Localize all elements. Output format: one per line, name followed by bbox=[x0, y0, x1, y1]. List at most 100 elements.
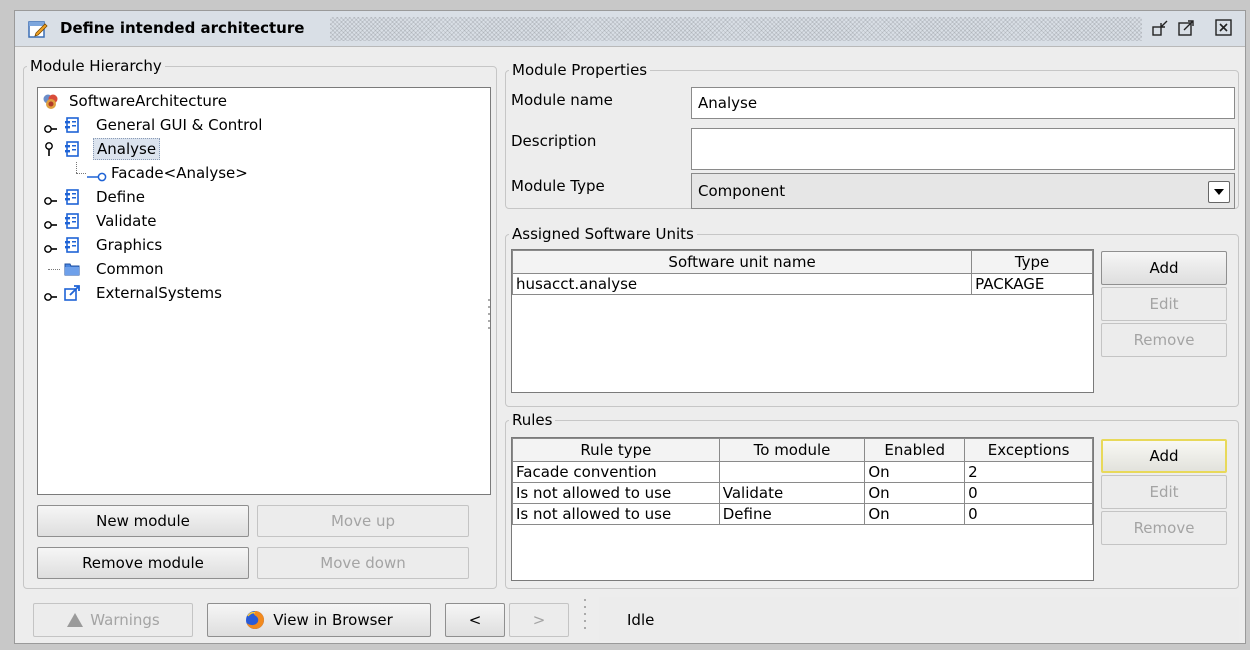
component-icon bbox=[64, 213, 80, 229]
status-divider bbox=[583, 599, 587, 634]
architecture-root-icon bbox=[42, 93, 58, 109]
tree-item-graphics[interactable]: Graphics bbox=[38, 234, 478, 256]
expand-toggle-icon[interactable] bbox=[44, 215, 58, 229]
warnings-button[interactable]: Warnings bbox=[33, 603, 193, 637]
status-bar bbox=[599, 597, 1239, 641]
move-down-button[interactable]: Move down bbox=[257, 547, 469, 579]
tree-root-label: SoftwareArchitecture bbox=[69, 92, 227, 110]
column-header[interactable]: Enabled bbox=[864, 438, 966, 462]
column-header[interactable]: To module bbox=[718, 438, 866, 462]
expand-toggle-icon[interactable] bbox=[44, 191, 58, 205]
description-field[interactable] bbox=[691, 128, 1235, 170]
component-icon bbox=[64, 117, 80, 133]
tree-root[interactable]: SoftwareArchitecture bbox=[38, 90, 478, 112]
new-module-button[interactable]: New module bbox=[37, 505, 249, 537]
table-row[interactable]: husacct.analyse PACKAGE bbox=[512, 273, 1093, 295]
expand-toggle-icon[interactable] bbox=[44, 239, 58, 253]
table-row[interactable]: Is not allowed to use Validate On 0 bbox=[512, 482, 1093, 504]
component-icon bbox=[64, 141, 80, 157]
tree-connector bbox=[76, 173, 86, 174]
module-type-select[interactable]: Component bbox=[691, 173, 1235, 209]
column-header[interactable]: Type bbox=[971, 250, 1093, 274]
collapse-toggle-icon[interactable] bbox=[42, 141, 56, 157]
remove-rule-button[interactable]: Remove bbox=[1101, 511, 1227, 545]
tree-item-validate[interactable]: Validate bbox=[38, 210, 478, 232]
tree-item-define[interactable]: Define bbox=[38, 186, 478, 208]
column-header[interactable]: Exceptions bbox=[964, 438, 1093, 462]
tree-item-label: Analyse bbox=[93, 138, 161, 160]
maximize-icon[interactable] bbox=[1178, 19, 1196, 37]
table-cell: 2 bbox=[964, 461, 1093, 483]
module-name-field[interactable]: Analyse bbox=[691, 87, 1235, 119]
tree-connector bbox=[48, 269, 60, 270]
warnings-label: Warnings bbox=[90, 611, 160, 629]
column-header[interactable]: Software unit name bbox=[512, 250, 973, 274]
tree-item-analyse[interactable]: Analyse bbox=[38, 138, 478, 160]
window-title-bar[interactable]: Define intended architecture bbox=[15, 11, 1245, 47]
table-header-row: Software unit name Type bbox=[512, 250, 1093, 274]
table-cell: Is not allowed to use bbox=[512, 482, 720, 504]
move-up-button[interactable]: Move up bbox=[257, 505, 469, 537]
chevron-down-icon[interactable] bbox=[1208, 181, 1230, 203]
edit-software-unit-button[interactable]: Edit bbox=[1101, 287, 1227, 321]
table-header-row: Rule type To module Enabled Exceptions bbox=[512, 438, 1093, 462]
table-cell: PACKAGE bbox=[971, 273, 1093, 295]
assigned-software-units-legend: Assigned Software Units bbox=[512, 225, 694, 243]
rules-table-container[interactable]: Rule type To module Enabled Exceptions F… bbox=[511, 437, 1094, 581]
tree-item-label: Validate bbox=[96, 212, 157, 230]
previous-button[interactable]: < bbox=[445, 603, 505, 637]
table-cell: On bbox=[864, 503, 966, 525]
tree-item-label: Define bbox=[96, 188, 145, 206]
module-type-value: Component bbox=[698, 182, 786, 200]
table-row[interactable]: Facade convention On 2 bbox=[512, 461, 1093, 483]
component-icon bbox=[64, 189, 80, 205]
browser-icon bbox=[245, 610, 265, 630]
facade-icon bbox=[87, 167, 107, 182]
tree-item-common[interactable]: Common bbox=[38, 258, 478, 280]
expand-toggle-icon[interactable] bbox=[44, 287, 58, 301]
module-hierarchy-legend: Module Hierarchy bbox=[30, 57, 162, 75]
title-bar-texture bbox=[330, 17, 1142, 41]
table-cell: 0 bbox=[964, 482, 1093, 504]
edit-rule-button[interactable]: Edit bbox=[1101, 475, 1227, 509]
table-cell: husacct.analyse bbox=[512, 273, 973, 295]
split-pane-divider[interactable] bbox=[487, 299, 491, 334]
define-architecture-window: Define intended architecture Module Hier… bbox=[14, 10, 1246, 644]
tree-item-external-systems[interactable]: ExternalSystems bbox=[38, 282, 478, 304]
remove-module-button[interactable]: Remove module bbox=[37, 547, 249, 579]
window-title: Define intended architecture bbox=[60, 19, 311, 37]
tree-item-label: Facade<Analyse> bbox=[111, 164, 248, 182]
column-header[interactable]: Rule type bbox=[512, 438, 720, 462]
module-type-label: Module Type bbox=[511, 177, 605, 195]
add-rule-button[interactable]: Add bbox=[1101, 439, 1227, 473]
rules-table: Rule type To module Enabled Exceptions F… bbox=[512, 438, 1093, 525]
software-units-table-container[interactable]: Software unit name Type husacct.analyse … bbox=[511, 249, 1094, 393]
tree-item-label: Graphics bbox=[96, 236, 163, 254]
tree-connector bbox=[76, 162, 77, 173]
table-cell bbox=[718, 461, 866, 483]
close-icon[interactable] bbox=[1215, 19, 1233, 37]
table-row[interactable]: Is not allowed to use Define On 0 bbox=[512, 503, 1093, 525]
minimize-icon[interactable] bbox=[1152, 19, 1170, 37]
software-units-table: Software unit name Type husacct.analyse … bbox=[512, 250, 1093, 295]
table-cell: On bbox=[864, 461, 966, 483]
next-button[interactable]: > bbox=[509, 603, 569, 637]
table-cell: On bbox=[864, 482, 966, 504]
external-link-icon bbox=[64, 285, 80, 301]
tree-item-facade[interactable]: Facade<Analyse> bbox=[38, 162, 478, 184]
module-tree[interactable]: SoftwareArchitecture General GUI & Contr… bbox=[37, 87, 491, 495]
view-in-browser-button[interactable]: View in Browser bbox=[207, 603, 431, 637]
remove-software-unit-button[interactable]: Remove bbox=[1101, 323, 1227, 357]
table-cell: Validate bbox=[718, 482, 866, 504]
tree-item-general-gui[interactable]: General GUI & Control bbox=[38, 114, 478, 136]
add-software-unit-button[interactable]: Add bbox=[1101, 251, 1227, 285]
warning-icon bbox=[66, 612, 84, 628]
tree-item-label: General GUI & Control bbox=[96, 116, 263, 134]
module-properties-legend: Module Properties bbox=[512, 61, 648, 79]
table-cell: Is not allowed to use bbox=[512, 503, 720, 525]
expand-toggle-icon[interactable] bbox=[44, 119, 58, 133]
component-icon bbox=[64, 237, 80, 253]
description-label: Description bbox=[511, 132, 597, 150]
table-cell: Facade convention bbox=[512, 461, 720, 483]
tree-item-label: Common bbox=[96, 260, 164, 278]
